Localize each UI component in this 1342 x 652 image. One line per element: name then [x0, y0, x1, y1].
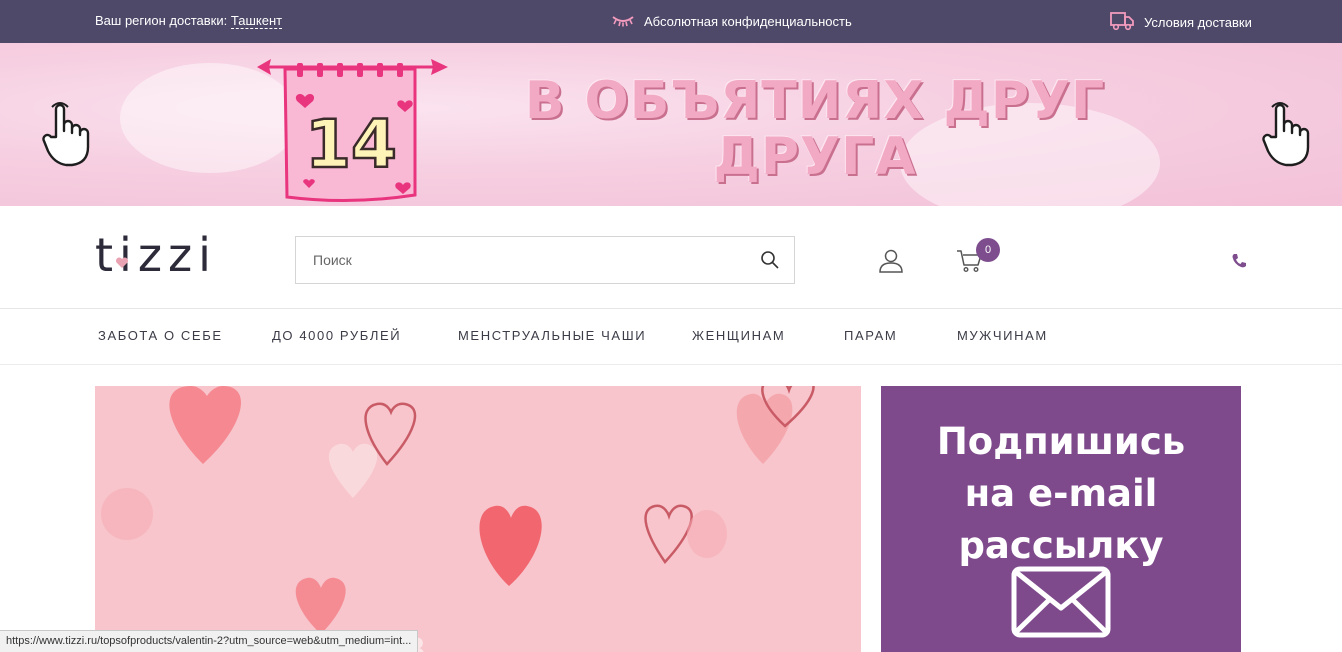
delivery-terms-link[interactable]: Условия доставки [1110, 11, 1252, 34]
logo-text: tizzi [95, 228, 217, 282]
envelope-icon [1011, 566, 1111, 643]
privacy-notice: Абсолютная конфиденциальность [611, 13, 852, 30]
calendar-14-illustration: 14 [255, 55, 450, 206]
subscribe-title: Подпишись на e-mail рассылку [881, 416, 1241, 572]
main-navigation: ЗАБОТА О СЕБЕ ДО 4000 РУБЛЕЙ МЕНСТРУАЛЬН… [0, 309, 1342, 365]
search-icon[interactable] [760, 250, 780, 275]
site-header: tizzi 0 [0, 206, 1342, 309]
pointing-hand-icon [42, 101, 90, 174]
browser-status-url: https://www.tizzi.ru/topsofproducts/vale… [0, 630, 419, 652]
banner-headline-line1: В ОБЪЯТИЯХ ДРУГ [524, 71, 1106, 131]
nav-item-menstrual-cups[interactable]: МЕНСТРУАЛЬНЫЕ ЧАШИ [458, 328, 646, 343]
banner-headline: В ОБЪЯТИЯХ ДРУГ ДРУГА [470, 73, 1160, 185]
valentine-banner[interactable]: 14 В ОБЪЯТИЯХ ДРУГ ДРУГА [0, 43, 1342, 206]
region-label: Ваш регион доставки: [95, 13, 228, 28]
truck-icon [1110, 11, 1134, 34]
nav-item-women[interactable]: ЖЕНЩИНАМ [692, 328, 785, 343]
nav-item-men[interactable]: МУЖЧИНАМ [957, 328, 1048, 343]
search-box [295, 236, 795, 284]
phone-icon[interactable] [1231, 253, 1247, 274]
hero-slider-banner[interactable]: … … ия в [95, 386, 861, 652]
subscribe-title-line1: Подпишись [936, 420, 1186, 463]
privacy-text: Абсолютная конфиденциальность [644, 14, 852, 29]
nav-item-couples[interactable]: ПАРАМ [844, 328, 897, 343]
pointing-hand-icon [1262, 101, 1310, 174]
calendar-number: 14 [305, 106, 397, 183]
cart-count-badge: 0 [976, 238, 1000, 262]
subscribe-title-line3: рассылку [958, 524, 1164, 567]
delivery-region: Ваш регион доставки: Ташкент [95, 13, 283, 29]
top-info-bar: Ваш регион доставки: Ташкент Абсолютная … [0, 0, 1342, 43]
nav-item-self-care[interactable]: ЗАБОТА О СЕБЕ [98, 328, 223, 343]
user-account-icon[interactable] [878, 248, 904, 279]
banner-headline-line2: ДРУГА [713, 127, 917, 187]
nav-item-under-4000[interactable]: ДО 4000 РУБЛЕЙ [272, 328, 401, 343]
subscribe-title-line2: на e-mail [964, 472, 1158, 515]
closed-eye-icon [611, 13, 635, 30]
delivery-text: Условия доставки [1144, 15, 1252, 30]
search-input[interactable] [296, 237, 736, 283]
hearts-illustration [101, 386, 815, 634]
logo-heart-icon [115, 226, 129, 280]
region-city-link[interactable]: Ташкент [230, 13, 283, 29]
tizzi-logo[interactable]: tizzi [95, 228, 217, 282]
email-subscribe-promo[interactable]: Подпишись на e-mail рассылку [881, 386, 1241, 652]
